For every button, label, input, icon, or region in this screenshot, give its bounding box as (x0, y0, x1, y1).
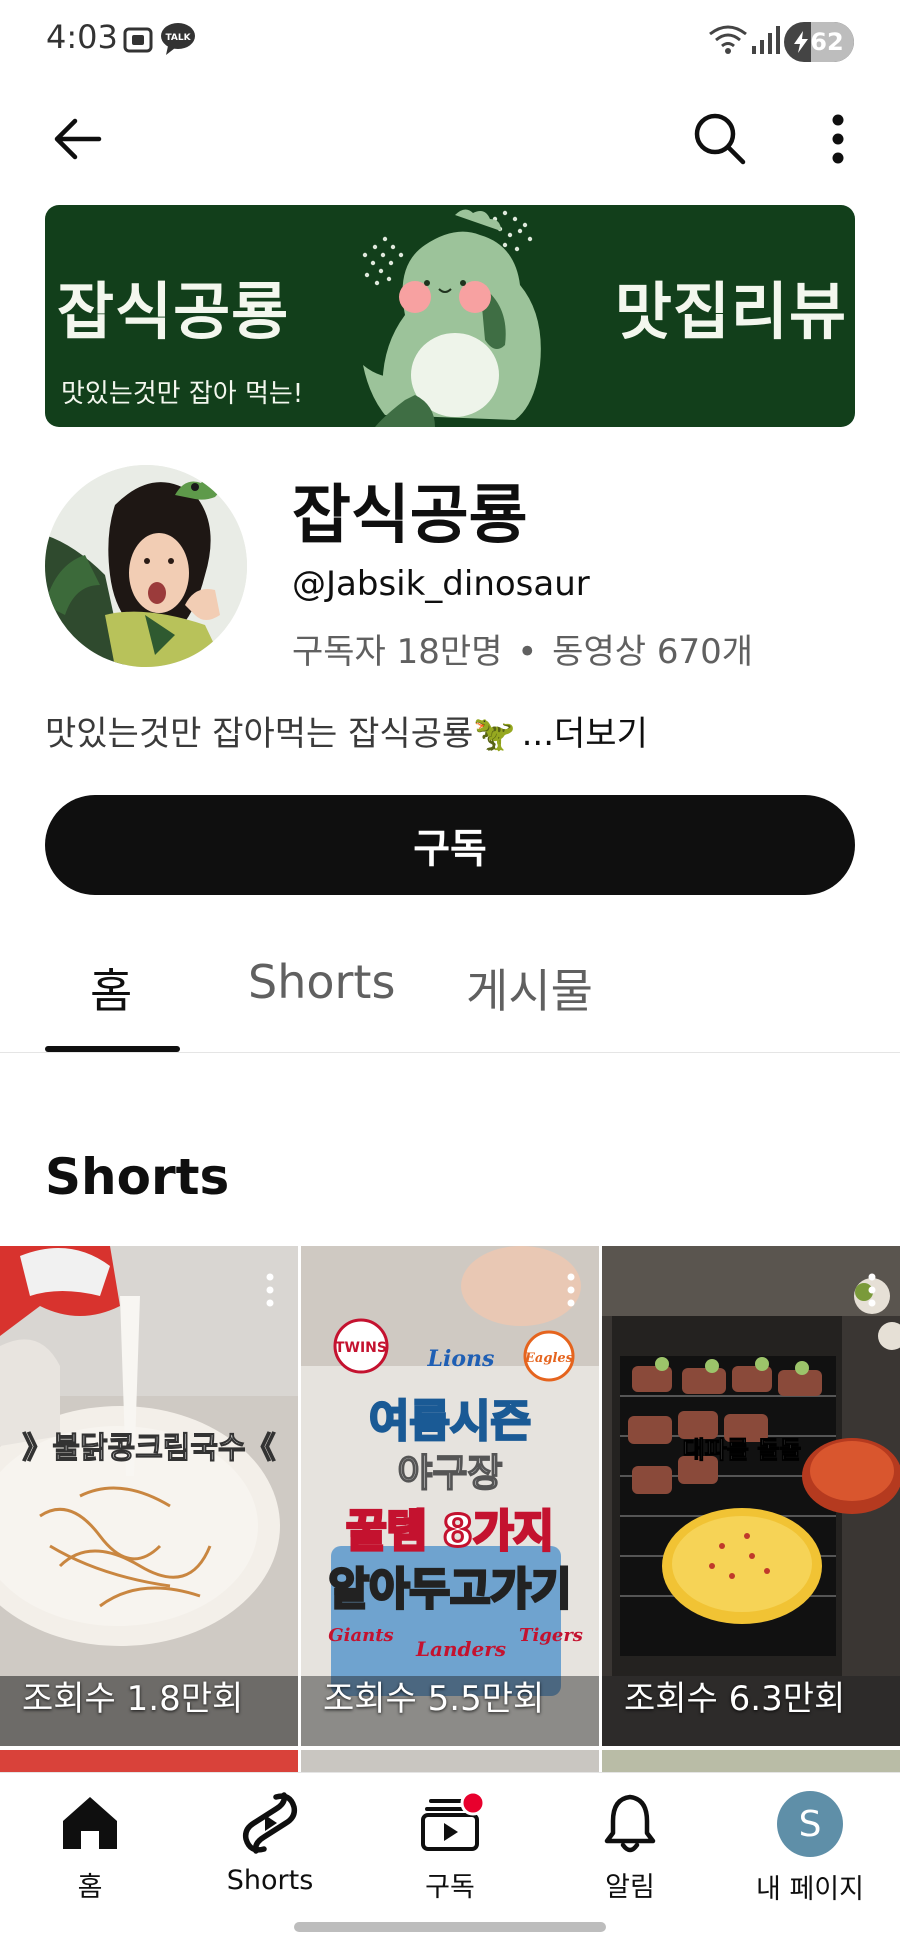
svg-text:》불닭콩크림국수《: 》불닭콩크림국수《 (22, 1431, 275, 1466)
back-arrow-icon (54, 118, 102, 160)
status-time: 4:03 (46, 18, 118, 56)
battery-level: 62 (810, 28, 844, 56)
nav-label-subscriptions: 구독 (425, 1872, 475, 1903)
nav-label-shorts: Shorts (226, 1865, 314, 1896)
nav-label-notifications: 알림 (605, 1872, 655, 1903)
short-card[interactable]: 대파를 돌돌 조회수 6.3만회 (602, 1246, 900, 1746)
short-card-peek[interactable] (301, 1750, 599, 1772)
short-views: 조회수 5.5만회 (323, 1679, 545, 1719)
home-indicator[interactable] (294, 1922, 606, 1932)
channel-page: 4:03 TALK 62 잡식공룡 맛집리뷰 맛있는것만 잡아 먹는! 잡식공룡… (0, 0, 900, 1950)
tab-shorts[interactable]: Shorts (248, 955, 395, 1009)
short-views: 조회수 6.3만회 (624, 1679, 846, 1719)
short-more-icon[interactable] (866, 1272, 878, 1308)
signal-icon (752, 26, 782, 58)
subscriptions-icon (421, 1791, 485, 1851)
channel-banner: 잡식공룡 맛집리뷰 맛있는것만 잡아 먹는! (45, 205, 855, 427)
svg-text:Giants: Giants (328, 1625, 393, 1646)
svg-text:TWINS: TWINS (335, 1340, 387, 1356)
search-button[interactable] (685, 104, 755, 174)
tab-home[interactable]: 홈 (90, 955, 132, 1021)
bell-icon (604, 1794, 656, 1853)
short-more-icon[interactable] (565, 1272, 577, 1308)
nav-label-home: 홈 (77, 1872, 103, 1903)
banner-title-right: 맛집리뷰 (614, 275, 847, 348)
svg-text:꿀템 8가지: 꿀템 8가지 (346, 1506, 554, 1557)
banner-title-left: 잡식공룡 (57, 275, 290, 348)
svg-text:Landers: Landers (415, 1637, 506, 1661)
notification-badge (460, 1791, 485, 1816)
svg-text:Lions: Lions (427, 1346, 495, 1372)
back-button[interactable] (42, 104, 112, 174)
charging-icon (794, 31, 809, 53)
channel-name: 잡식공룡 (292, 479, 528, 553)
svg-text:Eagles: Eagles (524, 1351, 574, 1366)
nav-subscriptions[interactable]: 구독 (370, 1791, 530, 1904)
more-options-button[interactable] (803, 104, 873, 174)
channel-handle: @Jabsik_dinosaur (292, 564, 590, 604)
nav-shorts[interactable]: Shorts (190, 1791, 350, 1896)
shorts-section-title: Shorts (45, 1148, 230, 1206)
short-card-peek[interactable] (0, 1750, 298, 1772)
short-card-peek[interactable] (602, 1750, 900, 1772)
tab-posts[interactable]: 게시물 (466, 955, 593, 1021)
channel-stats: 구독자 18만명 • 동영상 670개 (292, 624, 753, 673)
svg-text:여름시즌: 여름시즌 (369, 1396, 531, 1447)
more-link[interactable]: ...더보기 (522, 706, 648, 755)
nav-label-my-page: 내 페이지 (756, 1874, 864, 1905)
subscribe-button[interactable]: 구독 (45, 795, 855, 895)
nav-my-page[interactable]: S 내 페이지 (730, 1791, 890, 1906)
short-views: 조회수 1.8만회 (22, 1679, 244, 1719)
kakaotalk-icon: TALK (160, 22, 196, 60)
short-card[interactable]: TWINS Lions Eagles 여름시즌 야구장 꿀템 8가지 알아두고가… (301, 1246, 599, 1746)
svg-text:Tigers: Tigers (519, 1625, 583, 1646)
svg-text:TALK: TALK (165, 33, 191, 43)
banner-tagline: 맛있는것만 잡아 먹는! (61, 379, 304, 409)
tabs-divider (0, 1052, 900, 1053)
channel-description[interactable]: 맛있는것만 잡아먹는 잡식공룡🦖 ...더보기 (45, 706, 648, 755)
video-count: 동영상 670개 (552, 632, 753, 672)
svg-text:알아두고가기: 알아두고가기 (329, 1564, 572, 1615)
subscriber-count: 구독자 18만명 (292, 632, 503, 672)
wifi-icon (708, 24, 748, 60)
svg-text:대파를 돌돌: 대파를 돌돌 (683, 1436, 802, 1464)
status-bar: 4:03 TALK 62 (0, 0, 900, 84)
shorts-icon (242, 1792, 298, 1854)
more-vert-icon (832, 114, 844, 164)
nav-notifications[interactable]: 알림 (550, 1791, 710, 1904)
battery-indicator: 62 (784, 22, 854, 62)
short-more-icon[interactable] (264, 1272, 276, 1308)
description-text: 맛있는것만 잡아먹는 잡식공룡🦖 (45, 714, 516, 754)
search-icon (694, 113, 746, 165)
svg-text:야구장: 야구장 (398, 1451, 503, 1495)
channel-avatar-image (45, 465, 247, 667)
short-card[interactable]: 》불닭콩크림국수《 조회수 1.8만회 (0, 1246, 298, 1746)
dinosaur-mascot-icon (362, 209, 541, 427)
home-icon (63, 1797, 117, 1849)
stats-separator: • (517, 632, 538, 672)
screenshot-icon (122, 24, 154, 60)
nav-home[interactable]: 홈 (10, 1791, 170, 1904)
avatar: S (777, 1791, 843, 1857)
channel-avatar[interactable] (45, 465, 247, 667)
